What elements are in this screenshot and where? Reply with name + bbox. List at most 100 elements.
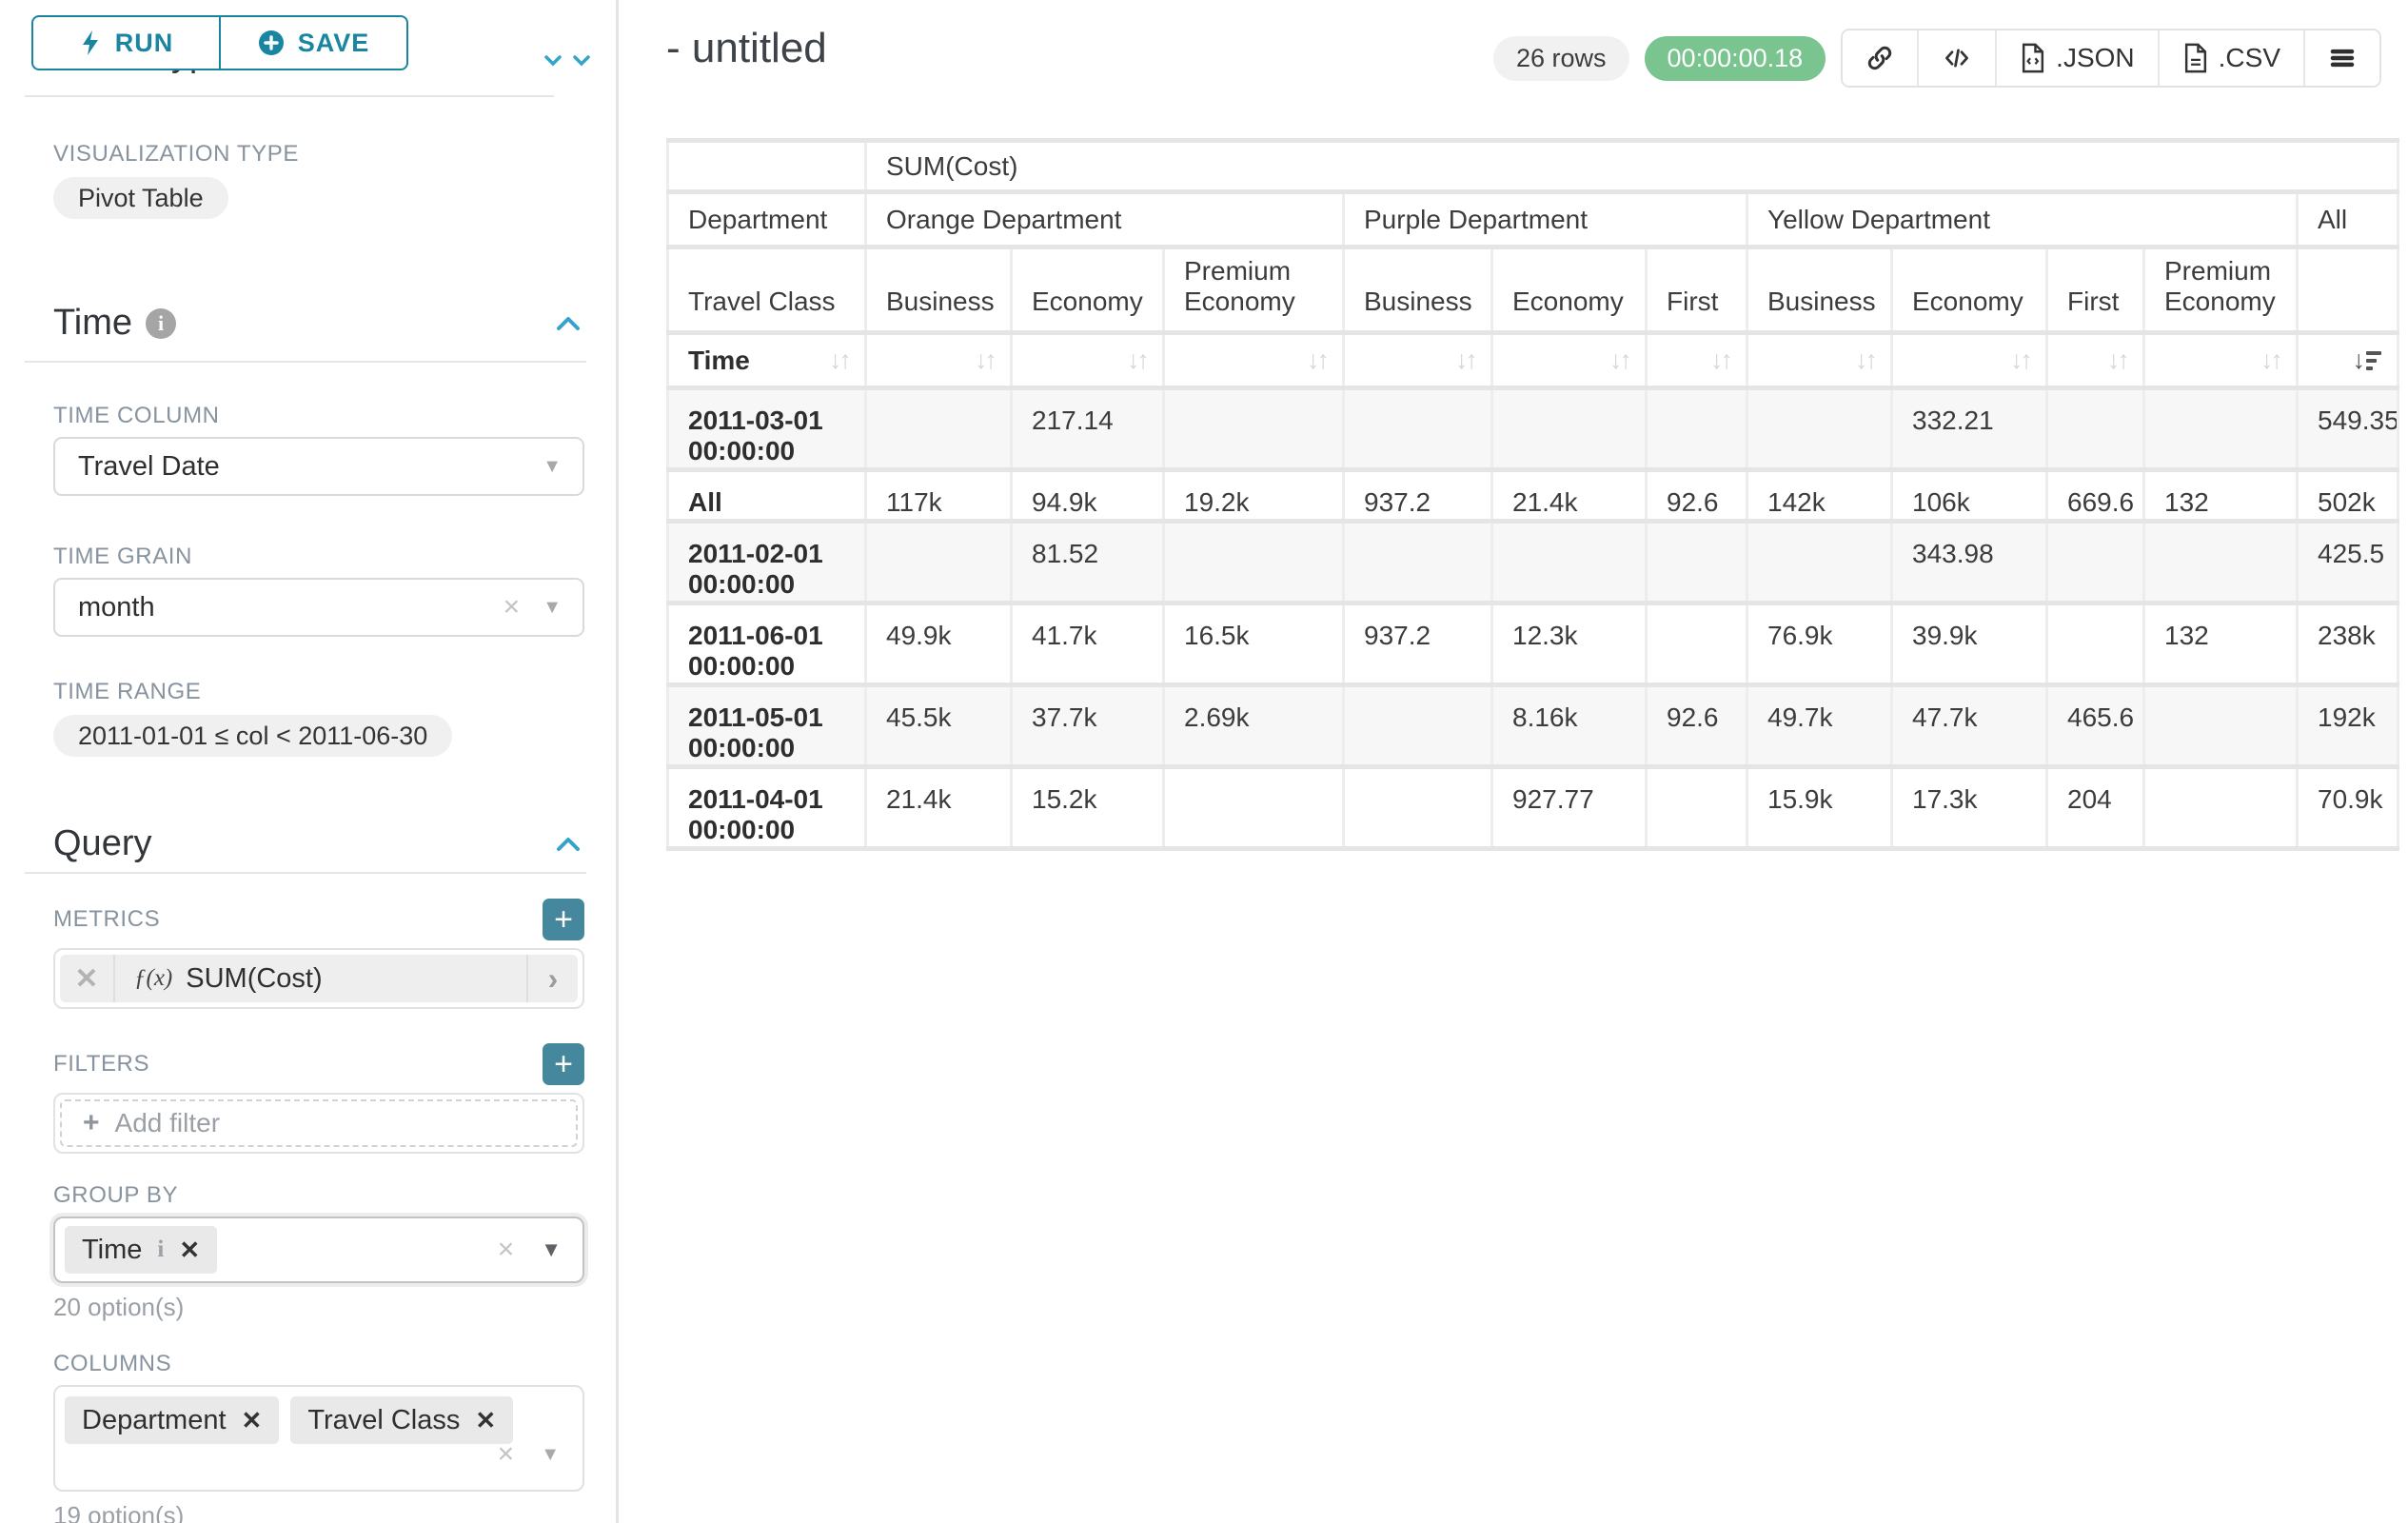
chart-area: - untitled 26 rows 00:00:00.18 .JSON.CSV… [622, 0, 2408, 1523]
chart-title: - untitled [666, 25, 827, 72]
sortable-column-cell: ↓↑ [1492, 333, 1647, 388]
more-menu-button[interactable] [2303, 30, 2379, 86]
caret-down-icon: ▼ [543, 597, 562, 619]
sort-icon[interactable]: ↓↑ [1855, 346, 1875, 375]
info-icon: i [146, 308, 176, 339]
sort-icon[interactable]: ↓↑ [1307, 346, 1327, 375]
run-button[interactable]: RUN [31, 15, 220, 70]
table-row: DepartmentOrange DepartmentPurple Depart… [668, 192, 2398, 247]
value-cell: 15.2k [1012, 767, 1164, 849]
file-code-icon [2020, 43, 2046, 73]
clear-icon[interactable]: × [498, 1236, 515, 1264]
selected-option-tag[interactable]: Department✕ [65, 1396, 279, 1444]
clear-icon[interactable]: × [498, 1440, 515, 1469]
column-header: First [1647, 247, 1747, 333]
collapse-chevron-icon[interactable] [552, 311, 584, 336]
export-json-button[interactable]: .JSON [1995, 30, 2157, 86]
value-cell: 106k [1892, 470, 2047, 522]
column-header: Premium Economy [1164, 247, 1344, 333]
row-label-cell: 2011-03-01 00:00:00 [668, 388, 866, 470]
caret-down-icon: ▼ [541, 1444, 560, 1466]
add-filter-button[interactable]: + [543, 1043, 584, 1085]
column-group-header: All [2298, 192, 2398, 247]
clear-icon[interactable]: × [503, 593, 521, 622]
run-save-toolbar: RUN SAVE [31, 15, 408, 70]
remove-metric-icon[interactable]: ✕ [60, 955, 115, 1002]
export-button-group: .JSON.CSV [1841, 29, 2381, 88]
metric-chip[interactable]: ✕ ƒ(x) SUM(Cost) › [60, 955, 578, 1002]
query-section-header[interactable]: Query [53, 823, 584, 864]
code-icon [1942, 44, 1972, 72]
value-cell: 2.69k [1164, 685, 1344, 767]
column-header: First [2047, 247, 2144, 333]
share-link-button[interactable] [1843, 30, 1917, 86]
time-grain-label: TIME GRAIN [53, 544, 584, 570]
sort-icon[interactable]: ↓↑ [2260, 346, 2280, 375]
value-cell [866, 522, 1012, 603]
value-cell: 343.98 [1892, 522, 2047, 603]
sort-icon[interactable]: ↓↑ [1455, 346, 1475, 375]
sort-icon[interactable]: ↓↑ [1710, 346, 1730, 375]
time-range-value[interactable]: 2011-01-01 ≤ col < 2011-06-30 [53, 715, 452, 757]
sortable-column-cell: ↓↑ [1892, 333, 2047, 388]
function-icon: ƒ(x) [134, 965, 172, 992]
group-by-options-hint: 20 option(s) [53, 1293, 584, 1322]
sort-icon[interactable]: ↓↑ [2107, 346, 2127, 375]
chart-type-section-chevrons [543, 55, 592, 72]
value-cell [2144, 522, 2298, 603]
sort-icon[interactable]: ↓↑ [1609, 346, 1629, 375]
table-row: 2011-02-01 00:00:0081.52343.98425.5 [668, 522, 2398, 603]
table-row: Time↓↑↓↑↓↑↓↑↓↑↓↑↓↑↓↑↓↑↓↑↓↑↓ [668, 333, 2398, 388]
value-cell [2047, 603, 2144, 685]
selected-option-tag[interactable]: Timei✕ [65, 1226, 217, 1274]
remove-tag-icon[interactable]: ✕ [475, 1406, 496, 1435]
column-header: Premium Economy [2144, 247, 2298, 333]
column-header: Business [866, 247, 1012, 333]
value-cell [1492, 388, 1647, 470]
value-cell: 21.4k [866, 767, 1012, 849]
sort-desc-icon[interactable]: ↓ [2353, 346, 2382, 375]
sortable-column-cell: ↓↑ [1012, 333, 1164, 388]
value-cell: 39.9k [1892, 603, 2047, 685]
pivot-corner-cell [668, 141, 866, 192]
value-cell: 15.9k [1747, 767, 1892, 849]
remove-tag-icon[interactable]: ✕ [242, 1406, 263, 1435]
group-by-select[interactable]: Timei✕ × ▼ [53, 1216, 584, 1283]
embed-code-button[interactable] [1917, 30, 1995, 86]
column-header: Business [1344, 247, 1492, 333]
table-row: 2011-04-01 00:00:0021.4k15.2k927.7715.9k… [668, 767, 2398, 849]
value-cell [1647, 603, 1747, 685]
save-button[interactable]: SAVE [220, 15, 408, 70]
sort-icon[interactable]: ↓↑ [975, 346, 995, 375]
remove-tag-icon[interactable]: ✕ [179, 1236, 200, 1265]
add-filter-dropzone[interactable]: + Add filter [60, 1099, 578, 1147]
value-cell: 12.3k [1492, 603, 1647, 685]
columns-select[interactable]: Department✕Travel Class✕ × ▼ [53, 1385, 584, 1492]
sort-icon[interactable]: ↓↑ [2010, 346, 2030, 375]
table-row: Travel ClassBusinessEconomyPremium Econo… [668, 247, 2398, 333]
time-column-select[interactable]: Travel Date ▼ [53, 437, 584, 496]
column-header [2298, 247, 2398, 333]
value-cell: 425.5 [2298, 522, 2398, 603]
collapse-chevron-icon[interactable] [552, 832, 584, 857]
value-cell [1747, 522, 1892, 603]
sort-icon[interactable]: ↓↑ [829, 346, 849, 375]
time-grain-select[interactable]: month × ▼ [53, 578, 584, 637]
visualization-type-value[interactable]: Pivot Table [53, 177, 228, 219]
expand-metric-icon[interactable]: › [526, 955, 578, 1002]
export-csv-button[interactable]: .CSV [2158, 30, 2303, 86]
query-timer-badge: 00:00:00.18 [1645, 36, 1826, 81]
time-range-label: TIME RANGE [53, 679, 584, 705]
value-cell [1344, 522, 1492, 603]
value-cell: 238k [2298, 603, 2398, 685]
table-row: SUM(Cost) [668, 141, 2398, 192]
time-section-header[interactable]: Time i [53, 303, 584, 344]
time-axis-label: Time↓↑ [668, 333, 866, 388]
selected-option-tag[interactable]: Travel Class✕ [290, 1396, 513, 1444]
row-label-cell: 2011-05-01 00:00:00 [668, 685, 866, 767]
value-cell [1164, 522, 1344, 603]
divider [25, 872, 586, 874]
info-icon: i [157, 1236, 164, 1263]
add-metric-button[interactable]: + [543, 899, 584, 940]
sort-icon[interactable]: ↓↑ [1127, 346, 1147, 375]
